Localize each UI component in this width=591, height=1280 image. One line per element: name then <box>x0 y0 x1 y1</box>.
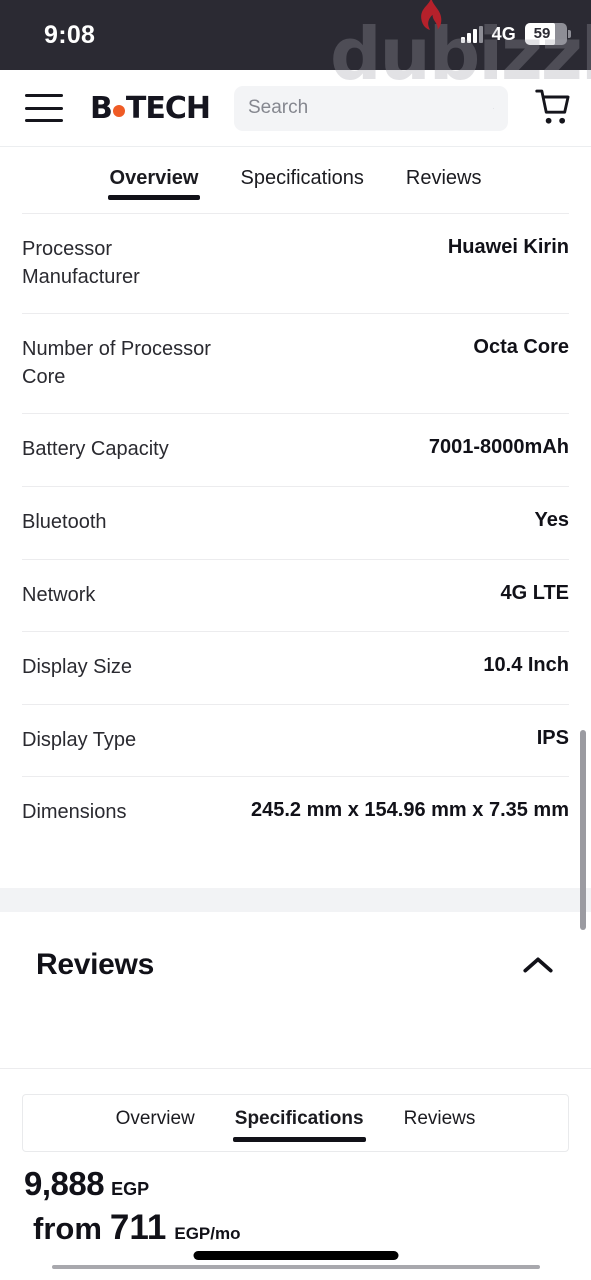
spec-value: 10.4 Inch <box>483 654 569 677</box>
logo-prefix: B <box>90 90 113 126</box>
price-currency: EGP <box>111 1179 150 1199</box>
installment-amount: 711 <box>109 1208 167 1247</box>
reviews-header[interactable]: Reviews <box>36 948 555 982</box>
hamburger-menu-icon[interactable] <box>25 94 63 122</box>
logo-suffix: TECH <box>125 90 211 126</box>
table-row: Processor Manufacturer Huawei Kirin <box>22 213 569 313</box>
spec-label: Network <box>22 583 96 606</box>
table-row: Number of Processor Core Octa Core <box>22 313 569 413</box>
chevron-up-icon[interactable] <box>521 954 555 976</box>
tab-reviews-top[interactable]: Reviews <box>406 167 482 200</box>
spec-value: Huawei Kirin <box>447 236 569 258</box>
table-row: Battery Capacity 7001-8000mAh <box>22 413 569 486</box>
app-header: B TECH <box>0 70 591 147</box>
status-time: 9:08 <box>44 21 96 49</box>
spec-label: Dimensions <box>22 801 127 824</box>
shopping-cart-icon[interactable] <box>530 86 574 130</box>
spec-label: Display Size <box>22 656 133 679</box>
table-row: Network 4G LTE <box>22 558 569 632</box>
status-bar: dubizzle 9:08 4G 59 <box>0 0 591 96</box>
spec-value: Octa Core <box>473 336 569 359</box>
table-row: Bluetooth Yes <box>22 485 569 559</box>
tab-reviews-bottom[interactable]: Reviews <box>404 1108 476 1138</box>
sticky-bottom-bar: Overview Specifications Reviews 9,888 EG… <box>0 1069 591 1280</box>
installment-currency: EGP/mo <box>174 1224 241 1243</box>
table-row: Display Size 10.4 Inch <box>22 631 569 704</box>
search-box[interactable] <box>233 85 508 131</box>
spec-label: Number of Processor Core <box>22 338 211 388</box>
btech-logo[interactable]: B TECH <box>90 90 211 126</box>
flame-icon <box>421 0 442 30</box>
bottom-edge-line <box>52 1265 540 1269</box>
price-block: 9,888 EGP from 711 EGP/mo <box>24 1165 240 1248</box>
top-tab-bar: Overview Specifications Reviews <box>0 147 591 213</box>
spec-label: Processor Manufacturer <box>22 238 140 288</box>
tab-overview-top[interactable]: Overview <box>107 167 201 200</box>
app-screen: dubizzle 9:08 4G 59 B TECH <box>0 0 591 1280</box>
vertical-scrollbar[interactable] <box>580 730 586 930</box>
bottom-tab-bar: Overview Specifications Reviews <box>22 1094 569 1152</box>
logo-dot-icon <box>112 105 125 117</box>
signal-bars-icon <box>460 25 483 43</box>
installment-row: from 711 EGP/mo <box>33 1208 240 1248</box>
spec-value: Yes <box>534 508 569 531</box>
tab-specifications-bottom[interactable]: Specifications <box>232 1108 366 1142</box>
tab-specifications-top[interactable]: Specifications <box>240 167 363 200</box>
search-input[interactable] <box>247 97 493 119</box>
table-row: Dimensions 245.2 mm x 154.96 mm x 7.35 m… <box>22 776 569 849</box>
spec-value: 7001-8000mAh <box>428 436 569 459</box>
tab-overview-bottom[interactable]: Overview <box>116 1108 195 1138</box>
search-icon[interactable] <box>493 95 494 122</box>
price-main: 9,888 EGP <box>24 1165 240 1203</box>
home-indicator <box>193 1251 398 1260</box>
spec-label: Bluetooth <box>22 510 107 533</box>
reviews-section: Reviews <box>0 912 591 1069</box>
status-indicators: 4G 59 <box>460 20 571 48</box>
specifications-list: Processor Manufacturer Huawei Kirin Numb… <box>0 213 591 888</box>
battery-level-label: 59 <box>533 25 551 42</box>
battery-icon: 59 <box>525 23 571 45</box>
table-row: Display Type IPS <box>22 703 569 777</box>
cart-button[interactable] <box>530 86 574 130</box>
spec-value: 4G LTE <box>500 581 569 604</box>
spec-label: Display Type <box>22 728 137 751</box>
installment-prefix: from <box>33 1211 102 1246</box>
spec-value: 245.2 mm x 154.96 mm x 7.35 mm <box>251 799 569 822</box>
page-title: Reviews <box>36 948 154 981</box>
network-type-label: 4G <box>491 23 516 44</box>
spec-value: IPS <box>536 726 569 749</box>
price-amount: 9,888 <box>24 1165 105 1202</box>
spec-label: Battery Capacity <box>22 438 169 461</box>
section-divider-band <box>0 888 591 912</box>
